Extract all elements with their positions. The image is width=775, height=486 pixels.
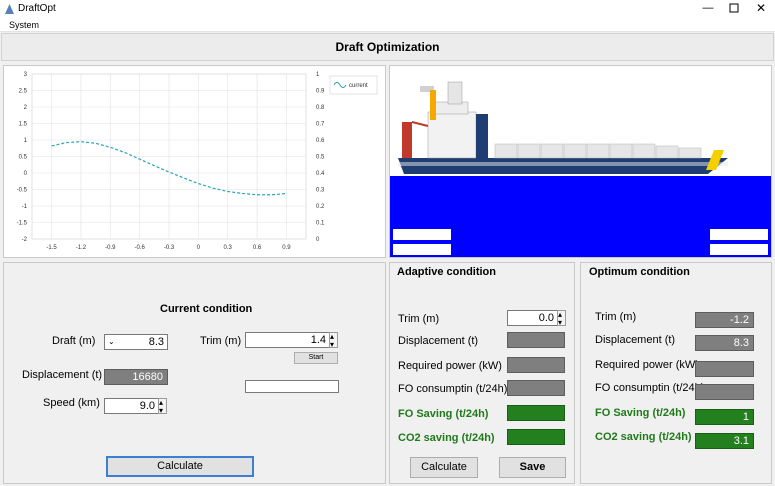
x-tick-label: -1.5 <box>46 245 57 251</box>
save-button[interactable]: Save <box>499 457 566 478</box>
y-tick-label: -2 <box>22 237 28 243</box>
y-tick-label: 2 <box>24 105 28 111</box>
y-tick-label: 1 <box>24 138 28 144</box>
adaptive-trim-value: 0.0 <box>538 312 554 324</box>
displacement-label: Displacement (t) <box>22 369 103 381</box>
optimum-title: Optimum condition <box>589 266 690 278</box>
optimum-fo-saving-value: 1 <box>695 409 754 425</box>
page-title: Draft Optimization <box>1 33 774 61</box>
optimum-power-value <box>695 361 754 377</box>
adaptive-power-label: Required power (kW) <box>398 360 502 372</box>
x-tick-label: 0.6 <box>253 245 262 251</box>
chevron-down-icon: ⌄ <box>108 337 115 346</box>
draft-label: Draft (m) <box>52 335 96 347</box>
optimum-co2-saving-value: 3.1 <box>695 433 754 449</box>
draft-value: 8.3 <box>148 336 164 348</box>
start-button[interactable]: Start <box>294 352 338 364</box>
adaptive-co2-saving-value <box>507 429 565 445</box>
y2-tick-label: 0 <box>316 237 320 243</box>
optimum-displacement-label: Displacement (t) <box>595 334 676 346</box>
chart-panel: 3 2.5 2 1.5 1 0.5 0 -0.5 -1 -1.5 -2 1 0.9 0.8 0.7 0.6 0.… <box>3 65 386 258</box>
optimum-co2-saving-label: CO2 saving (t/24h) <box>595 431 692 443</box>
status-field[interactable] <box>245 380 339 393</box>
current-condition-title: Current condition <box>160 303 253 315</box>
y2-tick-label: 0.1 <box>316 221 325 227</box>
optimum-trim-value: -1.2 <box>695 312 754 328</box>
y-tick-label: -1 <box>22 204 28 210</box>
y2-tick-label: 0.5 <box>316 155 325 161</box>
menu-system[interactable]: System <box>9 20 39 30</box>
y-tick-label: -0.5 <box>17 188 28 194</box>
legend-label: current <box>349 83 368 89</box>
adaptive-title: Adaptive condition <box>397 266 496 278</box>
ship-illustration <box>390 81 771 257</box>
speed-value: 9.0 <box>139 400 155 412</box>
x-tick-label: 0.3 <box>224 245 233 251</box>
adaptive-condition-panel: Adaptive condition Trim (m) 0.0 Displace… <box>389 262 575 484</box>
y-tick-label: -1.5 <box>17 221 28 227</box>
y-tick-label: 2.5 <box>19 89 28 95</box>
speed-stepper[interactable]: 9.0 <box>104 396 167 418</box>
x-tick-label: -0.6 <box>134 245 145 251</box>
maximize-icon[interactable] <box>726 0 742 16</box>
current-condition-panel: Current condition Draft (m) ⌄ 8.3 Trim (… <box>3 262 386 484</box>
x-tick-label: -0.3 <box>164 245 175 251</box>
trim-stepper[interactable]: 1.4 <box>245 330 338 352</box>
draft-select[interactable]: ⌄ 8.3 <box>104 334 168 350</box>
optimum-fo-label: FO consumptin (t/24h) <box>595 382 705 394</box>
y-tick-label: 0 <box>24 171 28 177</box>
adaptive-co2-saving-label: CO2 saving (t/24h) <box>398 432 495 444</box>
app-icon <box>5 4 14 14</box>
adaptive-fo-value <box>507 380 565 396</box>
displacement-value: 16680 <box>104 369 168 385</box>
speed-label: Speed (km) <box>43 397 100 409</box>
y2-tick-label: 0.4 <box>316 171 325 177</box>
optimum-condition-panel: Optimum condition Trim (m) -1.2 Displace… <box>580 262 772 484</box>
y2-tick-label: 0.6 <box>316 138 325 144</box>
trim-label: Trim (m) <box>200 335 242 347</box>
adaptive-fo-label: FO consumptin (t/24h) <box>398 383 508 395</box>
y2-tick-label: 0.9 <box>316 89 325 95</box>
title-bar: DraftOpt — ✕ <box>0 0 775 18</box>
y2-tick-label: 0.7 <box>316 122 325 128</box>
optimum-power-label: Required power (kW) <box>595 359 699 371</box>
y-tick-label: 1.5 <box>19 122 28 128</box>
adaptive-power-value <box>507 357 565 373</box>
x-tick-label: -0.9 <box>105 245 116 251</box>
trim-spin-icon[interactable] <box>329 330 338 352</box>
menu-bar: System <box>0 18 775 32</box>
y2-tick-label: 0.2 <box>316 204 325 210</box>
optimum-trim-label: Trim (m) <box>595 311 637 323</box>
optimum-displacement-value: 8.3 <box>695 335 754 351</box>
close-icon[interactable]: ✕ <box>753 0 769 16</box>
x-tick-label: 0.9 <box>282 245 291 251</box>
adaptive-fo-saving-value <box>507 405 565 421</box>
adaptive-trim-label: Trim (m) <box>398 313 440 325</box>
y2-tick-label: 1 <box>316 72 320 78</box>
trim-value: 1.4 <box>310 334 326 346</box>
optimum-fo-value <box>695 384 754 400</box>
y-tick-label: 3 <box>24 72 28 78</box>
minimize-icon[interactable]: — <box>700 0 716 16</box>
calculate-button[interactable]: Calculate <box>106 456 254 477</box>
adaptive-calculate-button[interactable]: Calculate <box>410 457 478 478</box>
y2-tick-label: 0.3 <box>316 188 325 194</box>
adaptive-fo-saving-label: FO Saving (t/24h) <box>398 408 489 420</box>
y2-tick-label: 0.8 <box>316 105 325 111</box>
adaptive-displacement-value <box>507 332 565 348</box>
y-tick-label: 0.5 <box>19 155 28 161</box>
optimum-fo-saving-label: FO Saving (t/24h) <box>595 407 686 419</box>
speed-spin-icon[interactable] <box>158 396 167 418</box>
adaptive-trim-stepper[interactable]: 0.0 <box>507 308 566 330</box>
adaptive-trim-spin-icon[interactable] <box>557 308 566 330</box>
x-tick-label: -1.2 <box>76 245 87 251</box>
x-tick-label: 0 <box>197 245 201 251</box>
draft-chart: 3 2.5 2 1.5 1 0.5 0 -0.5 -1 -1.5 -2 1 0.9 0.8 0.7 0.6 0.… <box>17 72 378 251</box>
adaptive-displacement-label: Displacement (t) <box>398 335 479 347</box>
window-title: DraftOpt <box>18 3 56 14</box>
ship-panel <box>389 65 772 258</box>
